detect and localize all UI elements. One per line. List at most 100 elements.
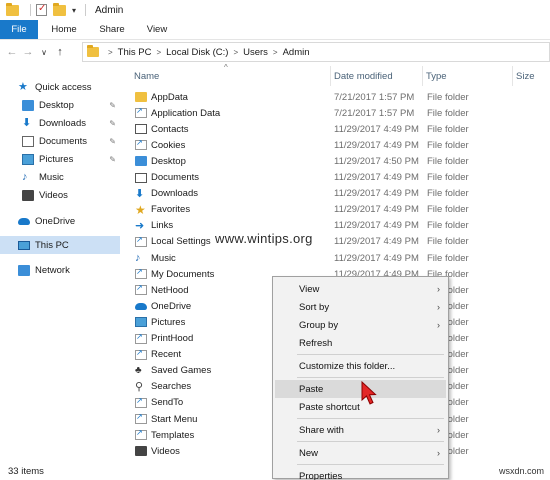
chevron-right-icon[interactable]: > xyxy=(233,48,238,57)
file-row[interactable]: Application Data 7/21/2017 1:57 PM File fo… xyxy=(130,105,550,121)
sidebar-item-label: Desktop xyxy=(39,99,74,111)
menu-item-customize-this-folder[interactable]: Customize this folder... xyxy=(275,357,446,375)
file-row[interactable]: ⬇ Downloads 11/29/2017 4:49 PM File folder xyxy=(130,186,550,202)
properties-icon[interactable] xyxy=(36,3,47,16)
file-row[interactable]: Contacts 11/29/2017 4:49 PM File folder xyxy=(130,121,550,137)
folder-icon xyxy=(87,45,99,57)
mouse-cursor-icon xyxy=(361,380,377,405)
menu-item-view[interactable]: View › xyxy=(275,280,446,298)
tab-share[interactable]: Share xyxy=(90,20,134,39)
chevron-right-icon[interactable]: > xyxy=(273,48,278,57)
sidebar-item-this-pc[interactable]: This PC xyxy=(0,236,120,254)
file-row[interactable]: ♪ Music 11/29/2017 4:49 PM File folder xyxy=(130,250,550,266)
file-type: File folder xyxy=(427,172,469,183)
shortcut-folder-icon xyxy=(135,412,147,424)
recent-locations-icon[interactable]: ∨ xyxy=(36,48,52,57)
chevron-right-icon: › xyxy=(437,302,440,312)
menu-separator xyxy=(297,377,444,378)
sidebar-item-pictures[interactable]: Pictures ✎ xyxy=(0,150,120,168)
sidebar-item-label: OneDrive xyxy=(35,215,76,227)
menu-item-sort-by[interactable]: Sort by › xyxy=(275,298,446,316)
file-row[interactable]: Cookies 11/29/2017 4:49 PM File folder xyxy=(130,137,550,153)
file-name: Links xyxy=(151,220,174,232)
file-row[interactable]: Documents 11/29/2017 4:49 PM File folder xyxy=(130,170,550,186)
tab-view[interactable]: View xyxy=(134,20,180,39)
file-row[interactable]: Desktop 11/29/2017 4:50 PM File folder xyxy=(130,153,550,169)
file-row[interactable]: Local Settings 11/29/2017 4:49 PM File fol… xyxy=(130,234,550,250)
searches-icon: ⚲ xyxy=(135,380,144,393)
folder-icon[interactable] xyxy=(6,2,19,16)
sidebar-item-label: Pictures xyxy=(39,153,74,165)
pin-icon[interactable]: ✎ xyxy=(109,155,116,164)
file-type: File folder xyxy=(427,91,469,103)
file-name: Documents xyxy=(151,172,200,183)
shortcut-folder-icon xyxy=(135,138,147,151)
tab-file[interactable]: File xyxy=(0,20,38,39)
file-row[interactable]: ➜ Links 11/29/2017 4:49 PM File folder xyxy=(130,218,550,234)
onedrive-icon xyxy=(18,217,30,225)
item-count: 33 items xyxy=(8,465,44,477)
menu-item-label: New xyxy=(299,447,319,459)
shortcut-folder-icon xyxy=(135,428,147,441)
sidebar-item-desktop[interactable]: Desktop ✎ xyxy=(0,96,120,114)
menu-item-label: Refresh xyxy=(299,337,333,349)
ribbon-tabs: File Home Share View xyxy=(0,20,550,40)
favorites-icon: ★ xyxy=(135,202,146,217)
menu-item-group-by[interactable]: Group by › xyxy=(275,316,446,334)
back-arrow-icon[interactable]: ← xyxy=(4,46,20,58)
file-name: Local Settings xyxy=(151,236,211,248)
pin-icon[interactable]: ✎ xyxy=(109,101,116,110)
file-name: Start Menu xyxy=(151,413,198,425)
sidebar-item-videos[interactable]: Videos xyxy=(0,186,120,204)
pin-icon[interactable]: ✎ xyxy=(109,119,116,128)
file-row[interactable]: AppData 7/21/2017 1:57 PM File folder xyxy=(130,89,550,105)
documents-icon xyxy=(135,172,147,183)
menu-item-share-with[interactable]: Share with › xyxy=(275,421,446,439)
star-icon: ★ xyxy=(18,80,28,93)
file-date: 11/29/2017 4:49 PM xyxy=(334,236,419,248)
tab-home[interactable]: Home xyxy=(38,20,90,39)
forward-arrow-icon[interactable]: → xyxy=(20,46,36,58)
chevron-right-icon[interactable]: > xyxy=(156,48,161,57)
pictures-icon xyxy=(22,153,34,165)
file-name: Searches xyxy=(151,381,192,393)
column-header-type[interactable]: Type xyxy=(422,66,512,86)
navigation-bar: ← → ∨ ↑ > This PC > Local Disk (C:) > Us… xyxy=(0,41,550,63)
shortcut-folder-icon xyxy=(135,283,147,296)
file-name: AppData xyxy=(151,91,188,103)
file-date: 11/29/2017 4:49 PM xyxy=(334,139,419,151)
column-header-name[interactable]: Name xyxy=(130,66,330,86)
new-folder-icon[interactable] xyxy=(53,2,66,16)
up-arrow-icon[interactable]: ↑ xyxy=(52,46,68,58)
menu-item-new[interactable]: New › xyxy=(275,444,446,462)
menu-separator xyxy=(297,418,444,419)
breadcrumb-local-disk[interactable]: Local Disk (C:) xyxy=(166,47,228,58)
contacts-icon xyxy=(135,124,147,135)
menu-item-label: Paste shortcut xyxy=(299,401,360,413)
navigation-pane: ★ Quick access Desktop ✎ ⬇ Downloads ✎ D… xyxy=(0,63,120,462)
column-header-date[interactable]: Date modified xyxy=(330,66,422,86)
file-name: Music xyxy=(151,252,176,264)
sidebar-item-quick-access[interactable]: ★ Quick access xyxy=(0,78,120,96)
pin-icon[interactable]: ✎ xyxy=(109,137,116,146)
sidebar-item-documents[interactable]: Documents ✎ xyxy=(0,132,120,150)
address-bar[interactable]: > This PC > Local Disk (C:) > Users > Ad… xyxy=(82,42,550,62)
customize-quick-access-icon[interactable]: ▾ xyxy=(72,6,76,15)
sidebar-item-music[interactable]: ♪ Music xyxy=(0,168,120,186)
chevron-right-icon[interactable]: > xyxy=(108,48,113,57)
menu-item-label: Sort by xyxy=(299,301,330,313)
column-header-size[interactable]: Size xyxy=(512,66,550,86)
breadcrumb-admin[interactable]: Admin xyxy=(283,47,310,58)
breadcrumb-users[interactable]: Users xyxy=(243,47,268,58)
file-row[interactable]: ★ Favorites 11/29/2017 4:49 PM File folder xyxy=(130,202,550,218)
sidebar-item-onedrive[interactable]: OneDrive xyxy=(0,212,120,230)
sidebar-item-downloads[interactable]: ⬇ Downloads ✎ xyxy=(0,114,120,132)
pictures-icon xyxy=(135,317,147,328)
menu-item-refresh[interactable]: Refresh xyxy=(275,334,446,352)
file-name: Application Data xyxy=(151,107,221,119)
sidebar-item-network[interactable]: Network xyxy=(0,261,120,279)
sidebar-item-label: Music xyxy=(39,171,64,183)
divider xyxy=(30,4,31,16)
breadcrumb-this-pc[interactable]: This PC xyxy=(118,47,152,58)
file-name: SendTo xyxy=(151,397,184,409)
